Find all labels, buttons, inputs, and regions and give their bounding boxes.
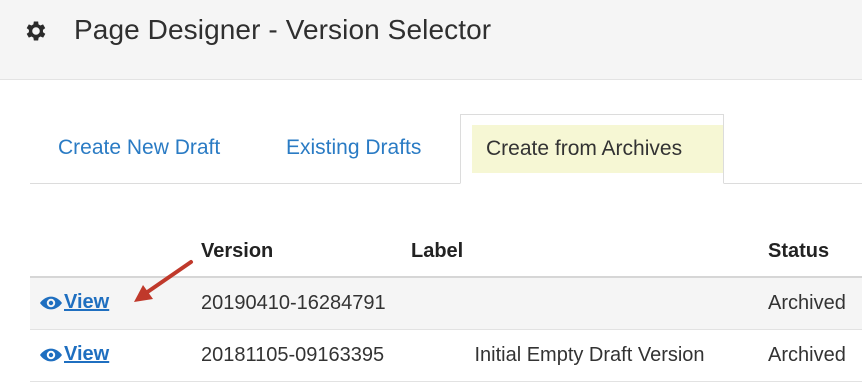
gear-icon (26, 21, 46, 41)
view-link-label: View (64, 343, 110, 366)
status-cell: Archived (768, 277, 862, 330)
label-cell: Initial Empty Draft Version (411, 329, 768, 382)
tab-bar: Create New Draft Existing Drafts Create … (30, 114, 862, 184)
table-header-row: Version Label Status (30, 226, 862, 278)
eye-icon (40, 348, 62, 362)
column-header-version: Version (201, 226, 411, 278)
tab-create-from-archives[interactable]: Create from Archives (460, 114, 724, 184)
column-header-status: Status (768, 226, 862, 278)
action-cell: View (30, 329, 201, 382)
version-cell: 20181105-09163395 (201, 329, 411, 382)
tab-existing-drafts[interactable]: Existing Drafts (258, 114, 460, 184)
tab-label: Create New Draft (58, 136, 221, 159)
label-cell (411, 277, 768, 330)
status-cell: Archived (768, 329, 862, 382)
eye-icon (40, 296, 62, 310)
tab-create-new-draft[interactable]: Create New Draft (30, 114, 258, 184)
versions-table: Version Label Status View 20190410-16284… (30, 226, 862, 382)
page-header: Page Designer - Version Selector (0, 0, 862, 80)
column-header-action (30, 226, 201, 278)
view-link-label: View (64, 291, 110, 314)
view-link[interactable]: View (40, 291, 109, 314)
tab-label: Existing Drafts (286, 136, 422, 159)
table-row: View 20181105-09163395 Initial Empty Dra… (30, 329, 862, 382)
table-row: View 20190410-16284791 Archived (30, 277, 862, 330)
page-title: Page Designer - Version Selector (74, 14, 492, 45)
action-cell: View (30, 277, 201, 330)
version-cell: 20190410-16284791 (201, 277, 411, 330)
view-link[interactable]: View (40, 343, 109, 366)
column-header-label: Label (411, 226, 768, 278)
tab-label: Create from Archives (486, 137, 683, 160)
